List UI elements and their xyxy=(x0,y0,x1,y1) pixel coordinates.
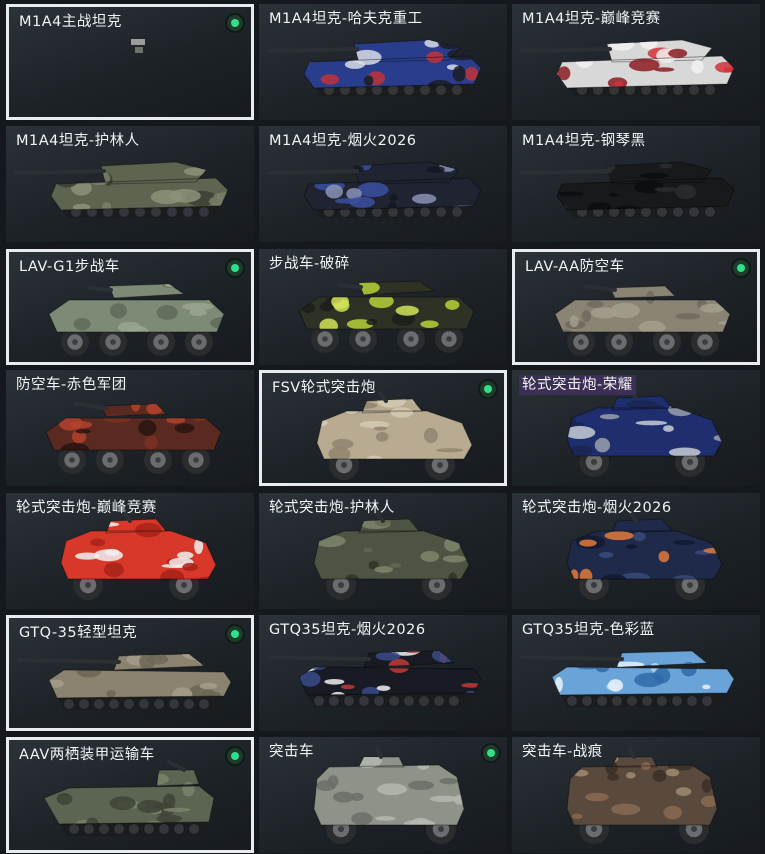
skin-card[interactable]: M1A4坦克-护林人 xyxy=(6,126,254,242)
skin-name: M1A4坦克-护林人 xyxy=(16,133,140,149)
skin-card[interactable]: M1A4主战坦克 xyxy=(6,4,254,120)
skin-name: LAV-AA防空车 xyxy=(525,259,625,275)
skin-card[interactable]: M1A4坦克-巅峰竞赛 xyxy=(512,4,760,120)
skin-grid: M1A4主战坦克 M1A4坦克-哈夫克重工 M1A4坦克-巅峰竞赛 M1A4坦克-护林… xyxy=(0,0,765,854)
equipped-indicator-icon xyxy=(227,15,243,31)
skin-name: GTQ-35轻型坦克 xyxy=(19,625,138,641)
skin-card[interactable]: 防空车-赤色军团 xyxy=(6,370,254,486)
skin-card[interactable]: AAV两栖装甲运输车 xyxy=(6,737,254,853)
skin-name: 轮式突击炮-巅峰竞赛 xyxy=(16,500,157,516)
skin-name: M1A4坦克-巅峰竞赛 xyxy=(522,11,661,27)
skin-name: M1A4坦克-烟火2026 xyxy=(269,133,417,149)
skin-card[interactable]: 轮式突击炮-巅峰竞赛 xyxy=(6,493,254,609)
skin-card[interactable]: 突击车 xyxy=(259,737,507,853)
skin-name: GTQ35坦克-色彩蓝 xyxy=(522,622,655,638)
skin-name: 突击车-战痕 xyxy=(522,744,603,760)
skin-card[interactable]: M1A4坦克-烟火2026 xyxy=(259,126,507,242)
skin-card[interactable]: M1A4坦克-钢琴黑 xyxy=(512,126,760,242)
skin-card[interactable]: GTQ-35轻型坦克 xyxy=(6,615,254,731)
skin-name: FSV轮式突击炮 xyxy=(272,380,376,396)
skin-name: 步战车-破碎 xyxy=(269,256,350,272)
skin-name: LAV-G1步战车 xyxy=(19,259,120,275)
skin-card[interactable]: 轮式突击炮-护林人 xyxy=(259,493,507,609)
skin-name: 轮式突击炮-护林人 xyxy=(269,500,395,516)
equipped-indicator-icon xyxy=(483,745,499,761)
skin-card[interactable]: GTQ35坦克-色彩蓝 xyxy=(512,615,760,731)
skin-name: 轮式突击炮-烟火2026 xyxy=(522,500,672,516)
equipped-indicator-icon xyxy=(480,381,496,397)
equipped-indicator-icon xyxy=(227,626,243,642)
skin-card[interactable]: 轮式突击炮-烟火2026 xyxy=(512,493,760,609)
skin-name: 防空车-赤色军团 xyxy=(16,377,127,393)
skin-name: AAV两栖装甲运输车 xyxy=(19,747,155,763)
skin-name: GTQ35坦克-烟火2026 xyxy=(269,622,426,638)
equipped-indicator-icon xyxy=(227,260,243,276)
skin-name: M1A4坦克-钢琴黑 xyxy=(522,133,646,149)
equipped-indicator-icon xyxy=(733,260,749,276)
skin-name: M1A4主战坦克 xyxy=(19,14,122,30)
skin-card[interactable]: LAV-G1步战车 xyxy=(6,249,254,365)
skin-card[interactable]: 步战车-破碎 xyxy=(259,249,507,365)
skin-name: 突击车 xyxy=(269,744,314,760)
skin-card[interactable]: FSV轮式突击炮 xyxy=(259,370,507,486)
skin-card[interactable]: LAV-AA防空车 xyxy=(512,249,760,365)
skin-card[interactable]: 突击车-战痕 xyxy=(512,737,760,853)
skin-name: 轮式突击炮-荣耀 xyxy=(519,375,636,395)
skin-name: M1A4坦克-哈夫克重工 xyxy=(269,11,423,27)
skin-card[interactable]: M1A4坦克-哈夫克重工 xyxy=(259,4,507,120)
skin-card[interactable]: 轮式突击炮-荣耀 xyxy=(512,370,760,486)
skin-card[interactable]: GTQ35坦克-烟火2026 xyxy=(259,615,507,731)
equipped-indicator-icon xyxy=(227,748,243,764)
